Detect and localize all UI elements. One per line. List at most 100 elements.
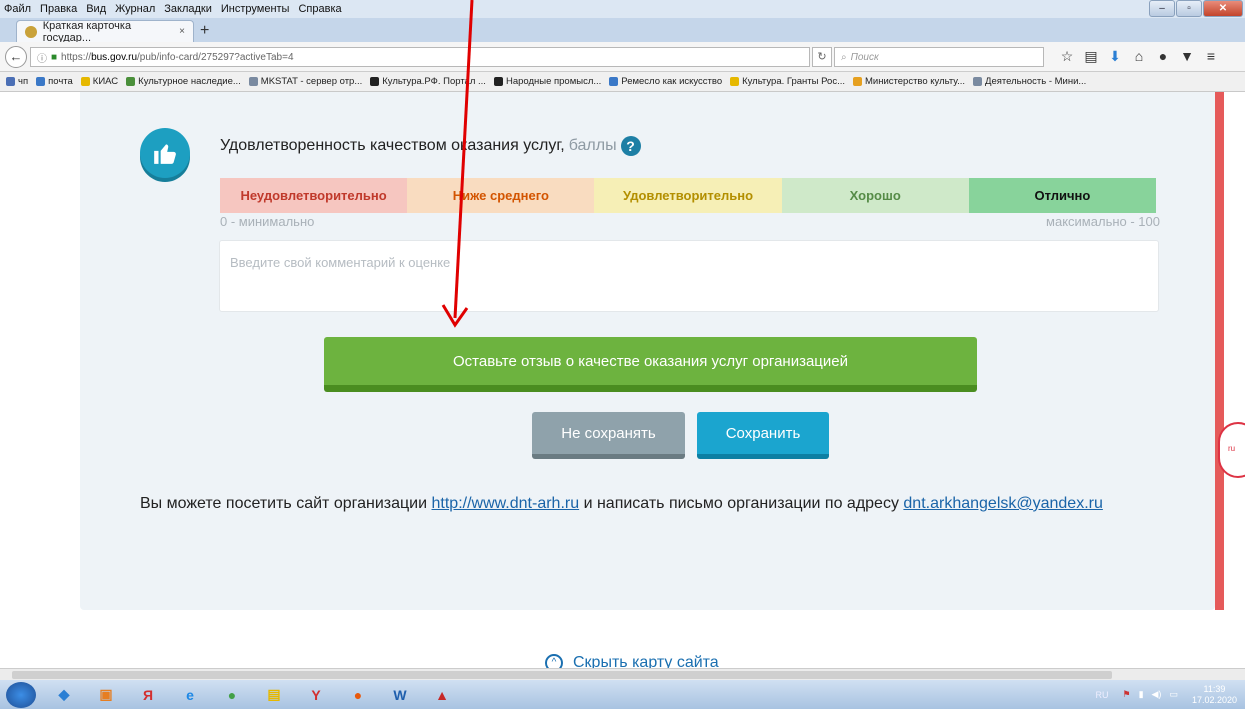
toolbar-icons: ☆ ▤ ⬇ ⌂ ● ▼ ≡	[1055, 48, 1223, 65]
hide-sitemap-link[interactable]: ^ Скрыть карту сайта	[545, 654, 719, 668]
bookmark-icon	[493, 77, 503, 86]
bookmark-icon	[973, 77, 983, 86]
side-widget[interactable]: ru	[1218, 422, 1245, 478]
menu-item[interactable]: Инструменты	[221, 3, 290, 15]
rating-option[interactable]: Удовлетворительно	[594, 178, 782, 213]
maximize-button[interactable]: ▫	[1176, 0, 1202, 17]
rating-option[interactable]: Неудовлетворительно	[220, 178, 408, 213]
hide-sitemap-label: Скрыть карту сайта	[573, 654, 719, 668]
url-prefix: https://	[61, 51, 92, 63]
clock[interactable]: 11:39 17.02.2020	[1192, 684, 1237, 706]
bookmark-label: Культура. Гранты Рос...	[742, 76, 845, 87]
rating-scale: Неудовлетворительно Ниже среднего Удовлетв…	[220, 178, 1157, 213]
bookmark-item[interactable]: Культура. Гранты Рос...	[730, 76, 845, 87]
info-icon[interactable]: ⓘ	[37, 50, 47, 65]
bookmark-item[interactable]: Культурное наследие...	[126, 76, 241, 87]
horizontal-scrollbar[interactable]	[0, 668, 1245, 680]
rating-card: Удовлетворенность качеством оказания усл…	[80, 92, 1215, 610]
scrollbar-thumb[interactable]	[12, 671, 1112, 679]
minimize-button[interactable]: –	[1149, 0, 1175, 17]
menu-item[interactable]: Закладки	[164, 3, 212, 15]
lock-icon: ■	[51, 51, 58, 63]
search-placeholder: Поиск	[850, 51, 879, 63]
leave-feedback-button[interactable]: Оставьте отзыв о качестве оказания услуг…	[324, 337, 977, 392]
yandex-browser-icon[interactable]: Y	[298, 682, 334, 708]
menu-icon[interactable]: ≡	[1199, 48, 1223, 65]
yandex-app-icon[interactable]: Я	[130, 682, 166, 708]
network-icon[interactable]: ▮	[1139, 689, 1144, 700]
comment-field[interactable]: Введите свой комментарий к оценке	[219, 240, 1159, 312]
bookmark-item[interactable]: MKSTAT - сервер отр...	[248, 76, 363, 87]
new-tab-button[interactable]: +	[200, 22, 209, 40]
bookmark-icon	[126, 77, 136, 86]
clock-date: 17.02.2020	[1191, 694, 1237, 705]
bookmark-item[interactable]: КИАС	[80, 76, 118, 87]
bookmark-item[interactable]: Культура.РФ. Портал ...	[370, 76, 486, 87]
internet-explorer-icon[interactable]: e	[172, 682, 208, 708]
menu-item[interactable]: Журнал	[115, 3, 155, 15]
bookmark-star-icon[interactable]: ☆	[1055, 48, 1079, 65]
file-explorer-icon[interactable]: ▤	[256, 682, 292, 708]
bookmark-item[interactable]: Министерство культу...	[853, 76, 965, 87]
reload-button[interactable]: ↻	[812, 47, 832, 67]
rating-units: баллы	[568, 137, 617, 154]
media-app-icon[interactable]: ▣	[88, 682, 124, 708]
menu-item[interactable]: Вид	[86, 3, 106, 15]
bookmark-icon	[853, 77, 862, 86]
help-icon[interactable]: ?	[620, 136, 641, 156]
dont-save-button[interactable]: Не сохранять	[532, 412, 685, 459]
word-icon[interactable]: W	[382, 682, 418, 708]
menu-item[interactable]: Правка	[40, 3, 77, 15]
bookmark-icon	[80, 77, 90, 86]
rating-option[interactable]: Отлично	[968, 178, 1157, 213]
bookmark-item[interactable]: почта	[36, 76, 73, 87]
close-window-button[interactable]: ✕	[1203, 0, 1243, 17]
reading-list-icon[interactable]: ▤	[1079, 48, 1103, 65]
bookmark-icon	[248, 77, 258, 86]
tab-strip: Краткая карточка государ... × +	[0, 18, 1245, 44]
bookmark-item[interactable]: чп	[6, 76, 28, 87]
back-button[interactable]: ←	[5, 46, 27, 68]
scale-max-label: максимально - 100	[1046, 214, 1160, 229]
window-controls: – ▫ ✕	[1148, 0, 1243, 17]
site-link[interactable]: http://www.dnt-arh.ru	[432, 495, 580, 512]
side-badge: ru	[1228, 444, 1236, 453]
acrobat-icon[interactable]: ▲	[424, 682, 460, 708]
save-button[interactable]: Сохранить	[697, 412, 829, 459]
chat-icon[interactable]: ●	[1151, 48, 1175, 65]
chrome-icon[interactable]: ●	[214, 682, 250, 708]
search-icon: ⌕	[841, 51, 847, 63]
thumbs-up-icon	[140, 128, 190, 178]
flag-icon[interactable]: ⚑	[1122, 689, 1130, 700]
home-icon[interactable]: ⌂	[1127, 48, 1151, 65]
battery-icon[interactable]: ▭	[1169, 689, 1178, 700]
bookmark-label: MKSTAT - сервер отр...	[260, 76, 363, 87]
pocket-icon[interactable]: ▼	[1175, 48, 1199, 65]
menu-item[interactable]: Справка	[298, 3, 341, 15]
rating-option[interactable]: Хорошо	[781, 178, 969, 213]
search-input[interactable]: ⌕ Поиск	[834, 47, 1044, 67]
bookmark-label: Министерство культу...	[865, 76, 966, 87]
tab-close-icon[interactable]: ×	[179, 26, 185, 37]
bookmark-item[interactable]: Ремесло как искусство	[609, 76, 722, 87]
scale-min-label: 0 - минимально	[220, 214, 315, 229]
menu-bar: Файл Правка Вид Журнал Закладки Инструменты Сп…	[0, 0, 1245, 18]
bookmark-item[interactable]: Деятельность - Мини...	[973, 76, 1086, 87]
volume-icon[interactable]: ◀)	[1152, 689, 1162, 700]
menu-item[interactable]: Файл	[4, 3, 31, 15]
browser-tab[interactable]: Краткая карточка государ... ×	[16, 20, 194, 44]
email-link[interactable]: dnt.arkhangelsk@yandex.ru	[903, 495, 1102, 512]
bookmark-label: Культура.РФ. Портал ...	[382, 76, 486, 87]
bookmark-label: Деятельность - Мини...	[985, 76, 1087, 87]
rating-option[interactable]: Ниже среднего	[407, 178, 595, 213]
bookmark-item[interactable]: Народные промысл...	[493, 76, 601, 87]
clock-time: 11:39	[1203, 683, 1226, 694]
bookmark-icon	[370, 77, 380, 86]
address-bar[interactable]: ⓘ ■ https:// bus.gov.ru /pub/info-card/2…	[30, 47, 810, 67]
language-indicator[interactable]: RU	[1095, 690, 1108, 700]
ie-shortcut-icon[interactable]: ◆	[46, 682, 82, 708]
firefox-icon[interactable]: ●	[340, 682, 376, 708]
downloads-icon[interactable]: ⬇	[1103, 48, 1127, 65]
bookmark-label: Ремесло как искусство	[621, 76, 723, 87]
start-button[interactable]	[6, 681, 36, 708]
